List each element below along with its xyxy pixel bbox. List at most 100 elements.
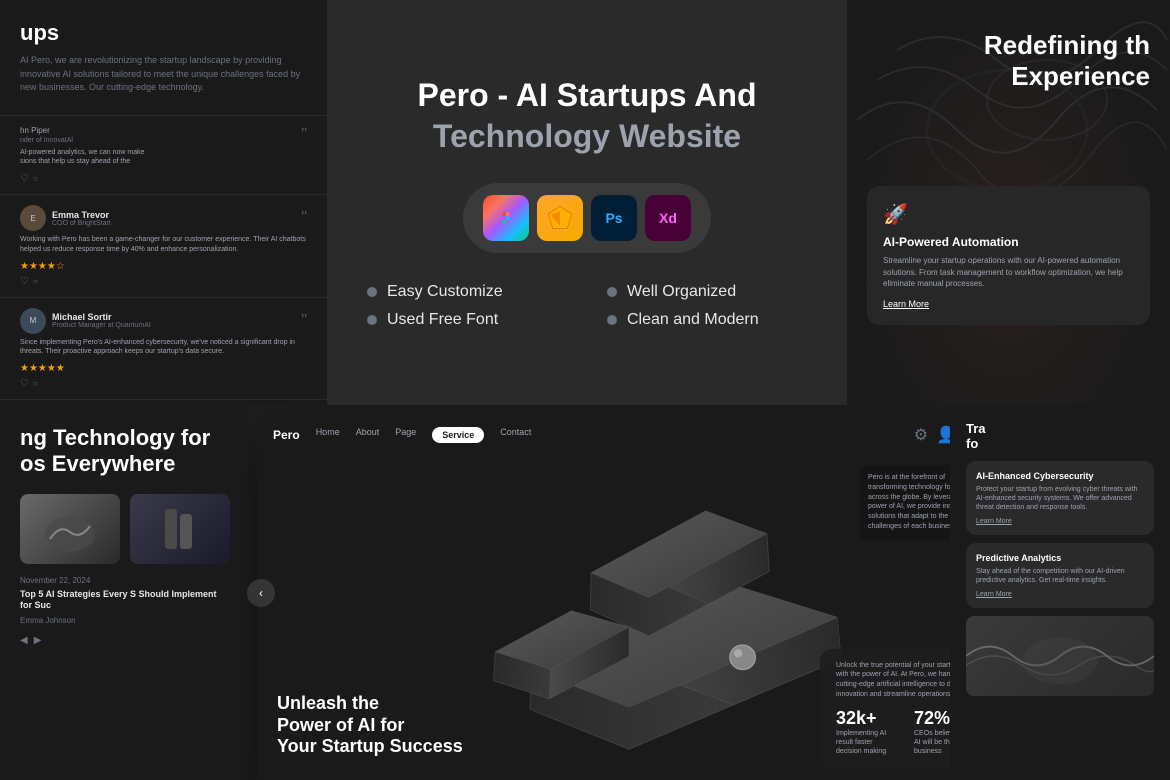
stat-1: 32k+ Implementing AI result faster decis… <box>836 708 898 756</box>
feature-clean-modern: Clean and Modern <box>607 311 807 329</box>
bottom-section: ng Technology for os Everywhere <box>0 405 1170 780</box>
like-row-emma: ♡ ○ <box>20 276 307 287</box>
quote-icon-left: " <box>301 126 307 144</box>
like-row: ♡ ○ <box>20 173 307 184</box>
right-top-heading: Redefining th Experience <box>984 30 1150 92</box>
dot-2 <box>607 287 617 297</box>
cyber-desc: Protect your startup from evolving cyber… <box>976 485 1144 512</box>
bottom-center-panel: Pero Home About Page Service Contact ⚙ 👤 <box>247 405 950 780</box>
dot-4 <box>607 315 617 325</box>
feature-easy-customize: Easy Customize <box>367 283 567 301</box>
bottom-right-image <box>966 616 1154 696</box>
learn-more-link[interactable]: Learn More <box>883 299 1134 309</box>
testimonial-card-michael: M Michael Sortir Product Manager at Quan… <box>0 298 327 401</box>
stars-emma: ★★★★☆ <box>20 261 307 272</box>
like-row-michael: ♡ ○ <box>20 378 307 389</box>
3d-maze-svg <box>431 483 852 771</box>
left-panel: ups AI Pero, we are revolutionizing the … <box>0 0 327 405</box>
stars-michael: ★★★★★ <box>20 363 307 374</box>
hero-text: Unleash the Power of AI for Your Startup… <box>277 693 463 758</box>
stats-overlay: Unlock the true potential of your startu… <box>820 649 950 768</box>
stat-number-2: 72% <box>914 708 950 729</box>
stats-row: 32k+ Implementing AI result faster decis… <box>836 708 950 756</box>
cyber-title: AI-Enhanced Cybersecurity <box>976 471 1144 481</box>
main-subtitle: Technology Website <box>433 118 741 155</box>
left-desc-text: Al-powered analytics, we can now makesio… <box>20 148 307 168</box>
cybersecurity-card: AI-Enhanced Cybersecurity Protect your s… <box>966 461 1154 535</box>
pagination: ◀ ▶ <box>20 635 227 646</box>
nav-about[interactable]: About <box>356 427 380 443</box>
hero-line2: Power of AI for <box>277 715 463 737</box>
sketch-icon <box>537 195 583 241</box>
user-icon[interactable]: 👤 <box>936 425 950 445</box>
browser-right-cards: Pero is at the forefront of transforming… <box>860 465 950 540</box>
analytics-learn-link[interactable]: Learn More <box>976 591 1144 598</box>
name-michael: Michael Sortir <box>52 312 295 322</box>
stat-2: 72% CEOs believe AI will be the business <box>914 708 950 756</box>
role-emma: COO of BrightStart <box>52 220 295 227</box>
wavy-art-svg <box>966 616 1154 696</box>
analytics-desc: Stay ahead of the competition with our A… <box>976 567 1144 585</box>
blog-image-1 <box>20 494 120 564</box>
browser-mockup: Pero Home About Page Service Contact ⚙ 👤 <box>257 415 950 780</box>
browser-right-text: Pero is at the forefront of transforming… <box>860 465 950 540</box>
stat-label-2: CEOs believe AI will be the business <box>914 729 950 756</box>
stat-label-1: Implementing AI result faster decision m… <box>836 729 898 756</box>
nav-home[interactable]: Home <box>316 427 340 443</box>
xd-icon: Xd <box>645 195 691 241</box>
blog-img-art-1 <box>40 504 100 554</box>
quote-icon-emma: " <box>301 209 307 227</box>
feature-free-font: Used Free Font <box>367 311 567 329</box>
cyber-learn-link[interactable]: Learn More <box>976 518 1144 525</box>
hero-line3: Your Startup Success <box>277 736 463 758</box>
text-emma: Working with Pero has been a game-change… <box>20 235 307 255</box>
left-heading: ups <box>20 20 307 46</box>
role-michael: Product Manager at QuantumAI <box>52 322 295 329</box>
person-role-left: nder of InnovatAl <box>20 137 73 144</box>
nav-contact[interactable]: Contact <box>500 427 531 443</box>
nav-arrow-left[interactable]: ‹ <box>247 579 275 607</box>
service-title: AI-Powered Automation <box>883 235 1134 249</box>
nav-service-active[interactable]: Service <box>432 427 484 443</box>
quote-icon-michael: " <box>301 312 307 330</box>
dot-3 <box>367 315 377 325</box>
avatar-emma: E <box>20 205 46 231</box>
features-grid: Easy Customize Well Organized Used Free … <box>367 283 807 329</box>
blog-title: Top 5 AI Strategies Every S Should Imple… <box>20 589 227 612</box>
name-emma: Emma Trevor <box>52 210 295 220</box>
analytics-title: Predictive Analytics <box>976 553 1144 563</box>
tools-bar: Ps Xd <box>463 183 711 253</box>
blog-img-art-2 <box>155 504 205 554</box>
testimonial-card-emma: E Emma Trevor COO of BrightStart " Worki… <box>0 195 327 298</box>
left-description: AI Pero, we are revolutionizing the star… <box>20 54 307 95</box>
dot-1 <box>367 287 377 297</box>
right-top-panel: Redefining th Experience 🚀 AI-Powered Au… <box>847 0 1170 405</box>
feature-well-organized: Well Organized <box>607 283 807 301</box>
person-name-left: hn Piper <box>20 126 50 135</box>
rocket-icon: 🚀 <box>883 202 1134 227</box>
bottom-left-panel: ng Technology for os Everywhere <box>0 405 247 780</box>
service-card-automation: 🚀 AI-Powered Automation Streamline your … <box>867 186 1150 325</box>
testimonial-card-1: hn Piper nder of InnovatAl " Al-powered … <box>0 116 327 196</box>
bottom-right-panel: Trafo AI-Enhanced Cybersecurity Protect … <box>950 405 1170 780</box>
browser-content: Unleash the Power of AI for Your Startup… <box>257 455 950 780</box>
text-michael: Since implementing Pero's AI-enhanced cy… <box>20 338 307 358</box>
stat-number-1: 32k+ <box>836 708 898 729</box>
blog-cards <box>20 494 227 564</box>
browser-nav-items: Home About Page Service Contact <box>316 427 532 443</box>
blog-date: November 22, 2024 <box>20 576 227 585</box>
browser-nav: Pero Home About Page Service Contact ⚙ 👤 <box>257 415 950 455</box>
nav-page[interactable]: Page <box>395 427 416 443</box>
blog-image-2 <box>130 494 230 564</box>
bottom-left-heading: ng Technology for os Everywhere <box>20 425 227 478</box>
blog-author: Emma Johnson <box>20 616 227 625</box>
settings-icon[interactable]: ⚙ <box>914 425 928 445</box>
analytics-card: Predictive Analytics Stay ahead of the c… <box>966 543 1154 608</box>
main-title: Pero - AI Startups And <box>418 76 757 114</box>
browser-logo: Pero <box>273 428 300 442</box>
br-heading: Trafo <box>966 421 1154 451</box>
figma-icon <box>483 195 529 241</box>
ps-icon: Ps <box>591 195 637 241</box>
service-desc: Streamline your startup operations with … <box>883 255 1134 289</box>
avatar-michael: M <box>20 308 46 334</box>
